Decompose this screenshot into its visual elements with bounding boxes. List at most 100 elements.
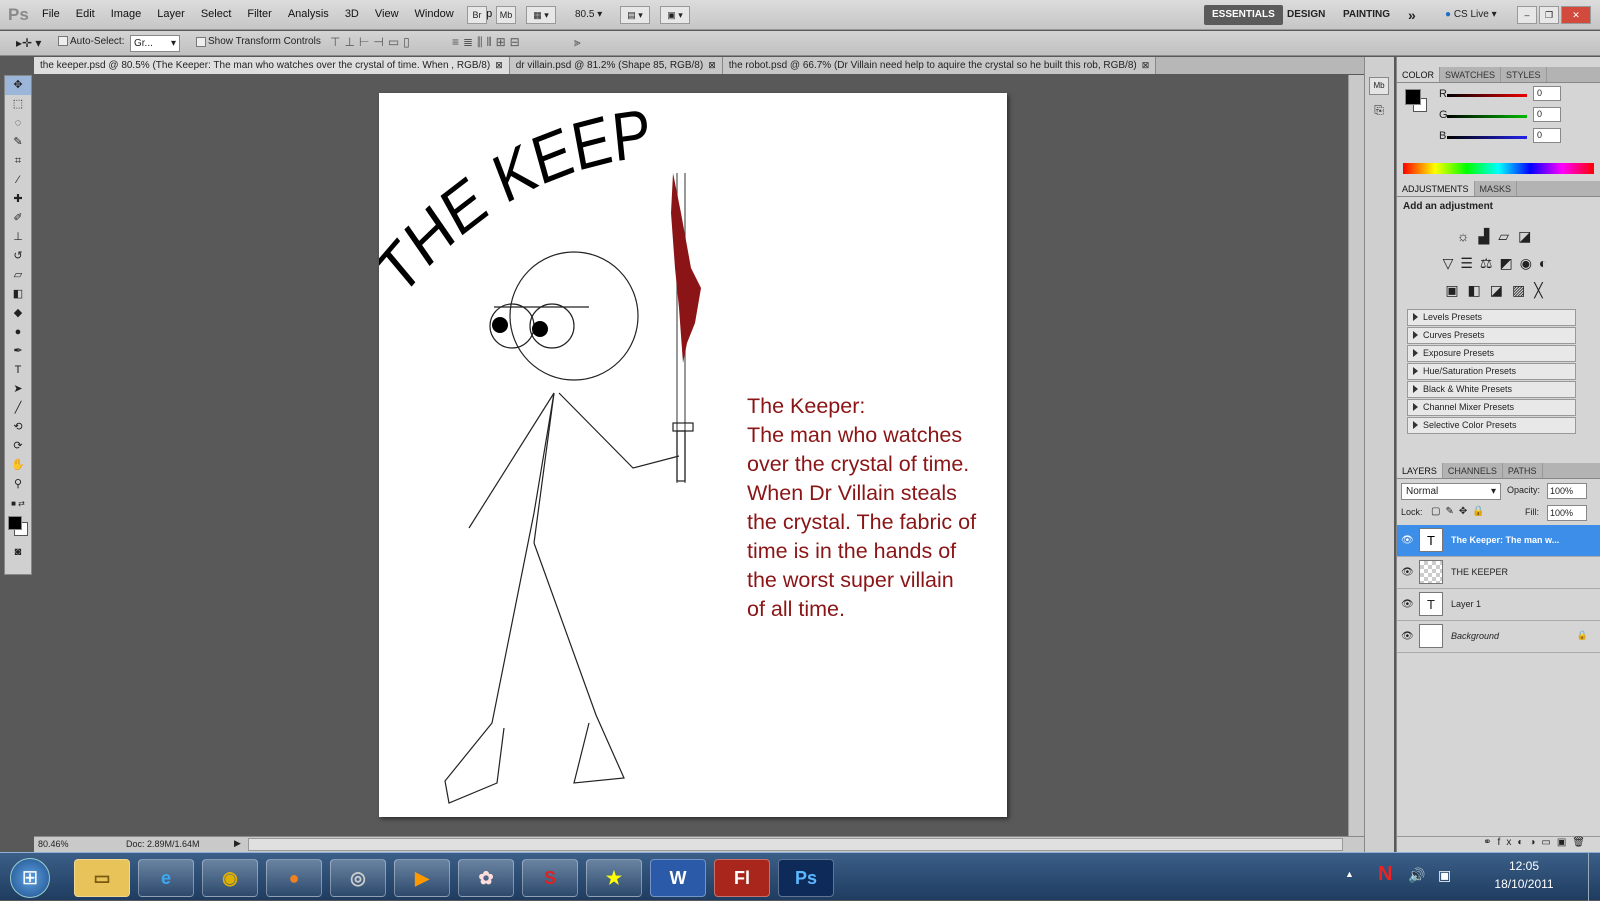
channel-g-slider[interactable] [1447,115,1527,118]
close-window-button[interactable]: ✕ [1561,6,1591,24]
eye-icon[interactable]: 👁 [1401,631,1414,642]
tab-color[interactable]: COLOR [1397,67,1441,82]
vertical-scrollbar[interactable] [1348,75,1364,836]
network-icon[interactable]: ▣ [1438,867,1451,884]
arrange-documents-button[interactable]: ▤ ▾ [620,6,650,24]
layer-row[interactable]: 👁 Background 🔒 [1397,621,1600,653]
blur-tool-icon[interactable]: ◆ [5,304,31,323]
marquee-tool-icon[interactable]: ⬚ [5,95,31,114]
tray-n-icon[interactable]: N [1378,863,1392,886]
preset-exposure[interactable]: Exposure Presets [1407,345,1576,362]
swap-colors-icon[interactable]: ■ ⇄ [5,494,31,513]
tab-the-robot[interactable]: the robot.psd @ 66.7% (Dr Villain need h… [722,57,1157,74]
preset-selective-color[interactable]: Selective Color Presets [1407,417,1576,434]
distribute-buttons[interactable]: ≡≣⫼⫴⊞⊟ [452,35,524,50]
align-buttons[interactable]: ⊤⊥⊢⊣▭▯ [330,35,414,49]
menu-window[interactable]: Window [415,8,454,20]
layer-row[interactable]: 👁 T The Keeper: The man w... [1397,525,1600,557]
games-taskbar-icon[interactable]: ★ [586,859,642,897]
tab-dr-villain[interactable]: dr villain.psd @ 81.2% (Shape 85, RGB/8)… [509,57,723,74]
clock[interactable]: 12:05 18/10/2011 [1488,859,1560,891]
tab-swatches[interactable]: SWATCHES [1440,67,1502,82]
eye-icon[interactable]: 👁 [1401,567,1414,578]
preset-levels[interactable]: Levels Presets [1407,309,1576,326]
firefox-taskbar-icon[interactable]: ● [266,859,322,897]
hand-tool-icon[interactable]: ✋ [5,456,31,475]
close-icon[interactable]: ⊠ [708,60,716,70]
tab-adjustments[interactable]: ADJUSTMENTS [1397,181,1475,196]
view-extras-button[interactable]: ▦ ▾ [526,6,556,24]
internet-explorer-taskbar-icon[interactable]: e [138,859,194,897]
blend-mode-select[interactable]: Normal ▾ [1401,483,1501,500]
tab-channels[interactable]: CHANNELS [1443,463,1503,478]
paint-bucket-icon[interactable]: ◧ [5,285,31,304]
brush-tool-icon[interactable]: ✐ [5,209,31,228]
preset-channel-mixer[interactable]: Channel Mixer Presets [1407,399,1576,416]
stamp-tool-icon[interactable]: ⊥ [5,228,31,247]
tab-the-keeper[interactable]: the keeper.psd @ 80.5% (The Keeper: The … [34,57,510,74]
auto-select-dropdown[interactable]: Gr... ▾ [130,35,180,52]
minimize-button[interactable]: – [1517,6,1537,24]
history-icon[interactable]: ⎘ [1369,103,1389,121]
eye-icon[interactable]: 👁 [1401,535,1414,546]
menu-3d[interactable]: 3D [345,8,359,20]
sbp-taskbar-icon[interactable]: S [522,859,578,897]
chrome-taskbar-icon[interactable]: ◉ [202,859,258,897]
type-tool-icon[interactable]: T [5,361,31,380]
eyedropper-tool-icon[interactable]: ⁄ [5,171,31,190]
mini-bridge-button[interactable]: Mb [496,6,516,24]
path-select-icon[interactable]: ➤ [5,380,31,399]
workspace-painting[interactable]: PAINTING [1343,5,1390,25]
menu-file[interactable]: File [42,8,60,20]
layer-row[interactable]: 👁 T Layer 1 [1397,589,1600,621]
layer-footer-buttons[interactable]: ⚭fx◐◑▭▣🗑 [1397,836,1600,852]
color-swatches[interactable] [5,513,31,543]
menu-select[interactable]: Select [201,8,232,20]
workspace-essentials[interactable]: ESSENTIALS [1204,5,1283,25]
horizontal-scrollbar[interactable] [248,838,1343,851]
zoom-level-select[interactable]: 80.5 ▾ [575,9,602,20]
flash-taskbar-icon[interactable]: Fl [714,859,770,897]
status-menu-arrow-icon[interactable]: ▶ [234,838,241,849]
status-zoom[interactable]: 80.46% [38,839,69,849]
cs-live-menu[interactable]: ● CS Live ▾ [1445,9,1497,20]
show-hidden-icons-button[interactable]: ▲ [1345,869,1354,879]
more-workspaces-button[interactable]: » [1408,5,1416,25]
menu-filter[interactable]: Filter [247,8,271,20]
opacity-input[interactable]: 100% [1547,483,1587,499]
close-icon[interactable]: ⊠ [1142,60,1150,70]
menu-layer[interactable]: Layer [157,8,185,20]
media-taskbar-icon[interactable]: ◎ [330,859,386,897]
photoshop-taskbar-icon[interactable]: Ps [778,859,834,897]
quick-select-tool-icon[interactable]: ✎ [5,133,31,152]
move-tool-preset-picker[interactable]: ▸✛ ▾ [16,36,41,50]
show-desktop-button[interactable] [1588,853,1600,901]
word-taskbar-icon[interactable]: W [650,859,706,897]
3d-rotate-icon[interactable]: ⟲ [5,418,31,437]
lasso-tool-icon[interactable]: ◌ [5,114,31,133]
line-tool-icon[interactable]: ╱ [5,399,31,418]
crop-tool-icon[interactable]: ⌗ [5,152,31,171]
menu-image[interactable]: Image [111,8,142,20]
auto-select-checkbox[interactable] [58,36,68,46]
3d-orbit-icon[interactable]: ⟳ [5,437,31,456]
quick-mask-icon[interactable]: ◙ [5,543,31,562]
healing-brush-icon[interactable]: ✚ [5,190,31,209]
zoom-tool-icon[interactable]: ⚲ [5,475,31,494]
tab-styles[interactable]: STYLES [1501,67,1547,82]
foreground-color-swatch[interactable] [1405,89,1421,105]
channel-r-slider[interactable] [1447,94,1527,97]
tab-layers[interactable]: LAYERS [1397,463,1443,478]
history-brush-icon[interactable]: ↺ [5,247,31,266]
foreground-color-swatch[interactable] [8,516,22,530]
preset-curves[interactable]: Curves Presets [1407,327,1576,344]
volume-icon[interactable]: 🔊 [1408,867,1425,884]
start-button[interactable]: ⊞ [10,858,50,898]
close-icon[interactable]: ⊠ [495,60,503,70]
pen-tool-icon[interactable]: ✒ [5,342,31,361]
mini-bridge-icon[interactable]: Mb [1369,77,1389,95]
restore-button[interactable]: ❐ [1539,6,1559,24]
tab-masks[interactable]: MASKS [1475,181,1518,196]
preset-black-white[interactable]: Black & White Presets [1407,381,1576,398]
layer-row[interactable]: 👁 THE KEEPER [1397,557,1600,589]
